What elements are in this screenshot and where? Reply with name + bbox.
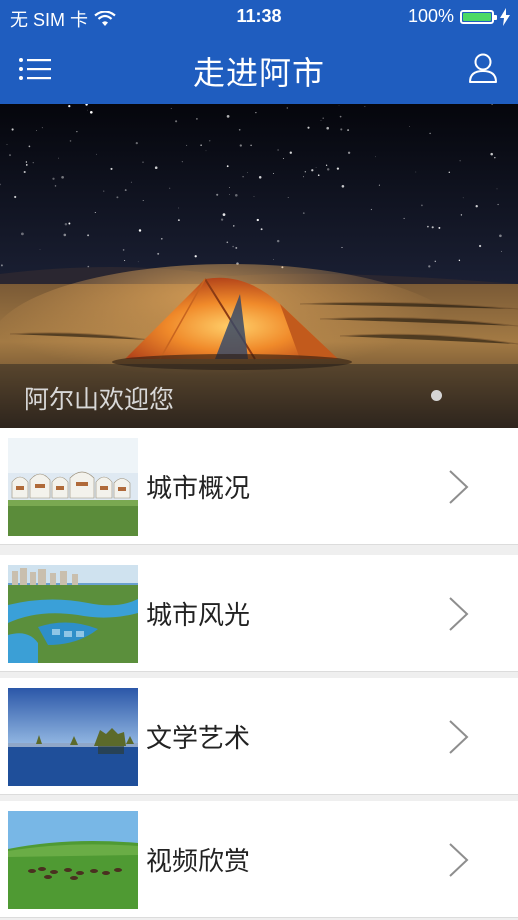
banner-caption: 阿尔山欢迎您 <box>24 385 175 414</box>
user-button[interactable] <box>468 52 498 84</box>
banner-carousel[interactable]: 阿尔山欢迎您 <box>0 104 518 428</box>
bolt-icon <box>500 7 510 26</box>
chevron-right-icon <box>449 720 469 754</box>
page-title: 走进阿市 <box>192 54 325 92</box>
user-icon <box>469 53 497 83</box>
lake-reeds-thumbnail <box>8 688 138 786</box>
chevron-right-icon <box>449 597 469 631</box>
chevron-right-icon <box>449 843 469 877</box>
list-item-label: 视频欣赏 <box>146 847 251 877</box>
banner-caption-bar: 阿尔山欢迎您 <box>0 364 518 428</box>
list-item-label: 城市概况 <box>146 474 251 504</box>
list-item[interactable]: 城市概况 <box>0 428 518 545</box>
list-item-label: 文学艺术 <box>146 724 251 754</box>
city-river-thumbnail <box>8 565 138 663</box>
status-right: 100% <box>408 6 510 27</box>
battery-percent: 100% <box>407 6 454 26</box>
grassland-herd-thumbnail <box>8 811 138 909</box>
list-item[interactable]: 视频欣赏 <box>0 801 518 918</box>
nav-bar: 走进阿市 <box>0 34 518 104</box>
status-bar: 无 SIM 卡 11:38 100% <box>0 0 518 34</box>
page-indicator-dot[interactable] <box>431 390 442 401</box>
yurt-camp-thumbnail <box>8 438 138 536</box>
battery-icon <box>460 9 497 24</box>
list-item[interactable]: 文学艺术 <box>0 678 518 795</box>
chevron-right-icon <box>449 470 469 504</box>
battery-fill <box>463 12 491 21</box>
list-item-label: 城市风光 <box>146 601 251 631</box>
list-item[interactable]: 城市风光 <box>0 555 518 672</box>
